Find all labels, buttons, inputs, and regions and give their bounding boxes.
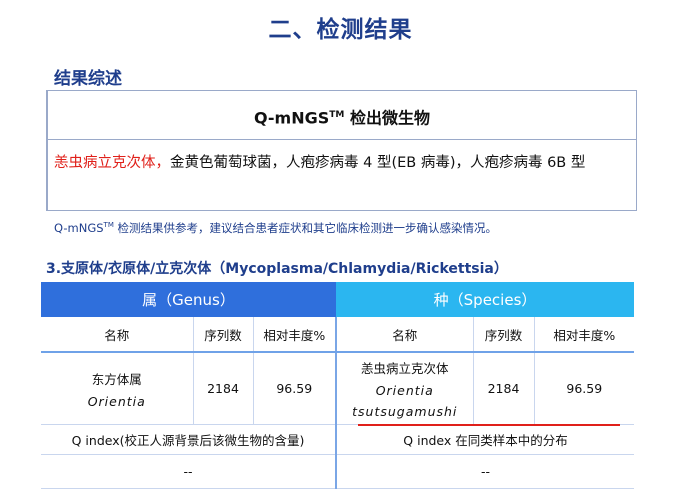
- q-index-value: --: [41, 454, 337, 489]
- genus-col-abundance: 相对丰度%: [252, 317, 337, 353]
- note-text: 检测结果供参考，建议结合患者症状和其它临床检测进一步确认感染情况。: [113, 221, 498, 235]
- summary-note: Q-mNGSTM 检测结果供参考，建议结合患者症状和其它临床检测进一步确认感染情…: [54, 220, 497, 236]
- q-index-distribution-label: Q index 在同类样本中的分布: [335, 424, 635, 455]
- genus-col-reads: 序列数: [192, 317, 253, 353]
- genus-header: 属（Genus）: [41, 282, 337, 317]
- note-trademark: TM: [103, 221, 114, 230]
- summary-other-pathogens: 金黄色葡萄球菌，人疱疹病毒 4 型(EB 病毒)，人疱疹病毒 6B 型: [170, 155, 586, 171]
- summary-title-suffix: 检出微生物: [344, 108, 430, 128]
- species-name-latin-epithet: tsutsugamushi: [352, 404, 458, 419]
- table-section-title: 3.支原体/衣原体/立克次体（Mycoplasma/Chlamydia/Rick…: [46, 261, 508, 277]
- genus-name-cell: 东方体属 Orientia: [41, 352, 193, 425]
- species-col-reads: 序列数: [472, 317, 535, 353]
- q-index-distribution-value: --: [335, 454, 635, 489]
- summary-detected-list: 恙虫病立克次体，金黄色葡萄球菌，人疱疹病毒 4 型(EB 病毒)，人疱疹病毒 6…: [48, 140, 636, 177]
- summary-heading: 结果综述: [54, 69, 122, 89]
- red-underline: [358, 424, 620, 426]
- genus-col-name: 名称: [41, 317, 193, 353]
- q-index-label: Q index(校正人源背景后该微生物的含量): [41, 424, 337, 455]
- genus-reads: 2184: [192, 352, 253, 425]
- summary-highlight-pathogen: 恙虫病立克次体，: [54, 155, 170, 171]
- note-prefix: Q-mNGS: [54, 221, 104, 235]
- summary-box: Q-mNGSTM 检出微生物 恙虫病立克次体，金黄色葡萄球菌，人疱疹病毒 4 型…: [46, 90, 637, 211]
- table-row: 东方体属 Orientia 2184 96.59 恙虫病立克次体 Orienti…: [41, 352, 635, 425]
- species-col-abundance: 相对丰度%: [533, 317, 635, 353]
- species-name-latin-genus: Orientia: [375, 383, 434, 398]
- species-reads: 2184: [472, 352, 535, 425]
- genus-abundance: 96.59: [252, 352, 337, 425]
- section-title: 二、检测结果: [268, 17, 413, 43]
- genus-name-latin: Orientia: [87, 393, 146, 409]
- species-name-cell: 恙虫病立克次体 Orientia tsutsugamushi: [335, 352, 474, 425]
- summary-title-prefix: Q-mNGS: [254, 108, 330, 128]
- results-table: 属（Genus） 种（Species） 名称 序列数 相对丰度% 名称 序列数 …: [41, 282, 635, 489]
- species-header: 种（Species）: [336, 282, 635, 317]
- trademark-mark: TM: [329, 110, 345, 120]
- genus-name-cn: 东方体属: [91, 371, 142, 387]
- species-col-name: 名称: [335, 317, 474, 353]
- species-name-cn: 恙虫病立克次体: [361, 361, 449, 376]
- summary-box-title: Q-mNGSTM 检出微生物: [48, 91, 636, 140]
- species-abundance: 96.59: [533, 352, 635, 425]
